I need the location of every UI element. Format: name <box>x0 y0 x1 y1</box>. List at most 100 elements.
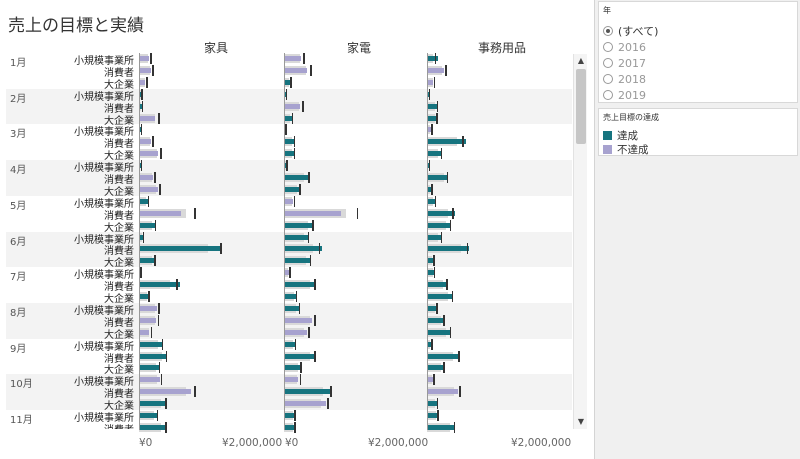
target-line-marker <box>295 291 297 302</box>
actual-bar-missed[interactable] <box>284 401 326 407</box>
actual-bar-achieved[interactable] <box>427 365 444 371</box>
actual-bar-missed[interactable] <box>139 389 191 395</box>
actual-bar-achieved[interactable] <box>284 139 294 145</box>
radio-icon[interactable] <box>603 74 613 84</box>
target-line-marker <box>433 267 435 279</box>
actual-bar-achieved[interactable] <box>284 389 331 395</box>
actual-bar-achieved[interactable] <box>139 413 157 418</box>
actual-bar-achieved[interactable] <box>284 222 314 228</box>
legend-item-achieved[interactable]: 達成 <box>603 128 638 143</box>
radio-icon[interactable] <box>603 58 613 68</box>
missed-swatch-icon <box>603 145 612 154</box>
actual-bar-missed[interactable] <box>139 317 156 323</box>
actual-bar-missed[interactable] <box>284 317 312 323</box>
actual-bar-achieved[interactable] <box>427 317 445 323</box>
actual-bar-achieved[interactable] <box>427 175 448 180</box>
scroll-thumb[interactable] <box>576 69 586 144</box>
actual-bar-missed[interactable] <box>284 103 300 109</box>
vertical-scrollbar[interactable]: ▲ ▼ <box>573 54 587 429</box>
actual-bar-achieved[interactable] <box>139 365 160 371</box>
actual-bar-missed[interactable] <box>139 151 158 157</box>
actual-bar-achieved[interactable] <box>139 353 167 359</box>
actual-bar-missed[interactable] <box>139 210 181 216</box>
actual-bar-missed[interactable] <box>284 210 341 216</box>
actual-bar-missed[interactable] <box>284 377 298 383</box>
actual-bar-achieved[interactable] <box>427 246 469 252</box>
actual-bar-missed[interactable] <box>139 115 155 121</box>
actual-bar-achieved[interactable] <box>139 222 156 228</box>
actual-bar-missed[interactable] <box>139 67 151 73</box>
actual-bar-missed[interactable] <box>284 56 301 61</box>
year-option-2018[interactable]: 2018 <box>603 71 646 87</box>
actual-bar-achieved[interactable] <box>427 424 455 430</box>
actual-bar-achieved[interactable] <box>427 151 442 157</box>
target-line-marker <box>436 100 438 112</box>
pane-zero-axis-line <box>139 53 140 430</box>
year-option-2019[interactable]: 2019 <box>603 87 646 103</box>
actual-bar-achieved[interactable] <box>427 353 460 359</box>
actual-bar-achieved[interactable] <box>139 401 167 407</box>
target-line-marker <box>303 53 305 64</box>
month-label: 3月 <box>10 129 27 141</box>
target-line-marker <box>194 386 196 398</box>
actual-bar-achieved[interactable] <box>139 282 180 288</box>
year-option-all[interactable]: (すべて) <box>603 23 658 39</box>
target-line-marker <box>436 302 438 314</box>
actual-bar-achieved[interactable] <box>284 424 295 430</box>
achieved-swatch-icon <box>603 131 612 140</box>
actual-bar-achieved[interactable] <box>427 210 455 216</box>
dashboard: 売上の目標と実績 家具 家電 事務用品 ¥0 ¥2,000,000 ¥0 ¥2,… <box>0 0 595 459</box>
actual-bar-achieved[interactable] <box>427 282 447 288</box>
actual-bar-missed[interactable] <box>427 389 458 395</box>
target-line-marker <box>158 112 160 124</box>
year-option-2017[interactable]: 2017 <box>603 55 646 71</box>
actual-bar-missed[interactable] <box>139 305 157 311</box>
actual-bar-achieved[interactable] <box>284 282 316 288</box>
target-line-marker <box>152 64 154 76</box>
actual-bar-achieved[interactable] <box>284 175 310 180</box>
actual-bar-missed[interactable] <box>427 67 444 73</box>
actual-bar-missed[interactable] <box>139 377 160 383</box>
radio-icon[interactable] <box>603 90 613 100</box>
target-line-marker <box>440 231 442 243</box>
actual-bar-achieved[interactable] <box>284 365 301 371</box>
actual-bar-achieved[interactable] <box>284 186 300 192</box>
legend-item-missed[interactable]: 不達成 <box>603 142 649 157</box>
target-line-marker <box>440 148 442 160</box>
actual-bar-missed[interactable] <box>139 139 151 145</box>
actual-bar-achieved[interactable] <box>139 424 167 430</box>
actual-bar-achieved[interactable] <box>284 258 311 264</box>
actual-bar-achieved[interactable] <box>139 258 155 264</box>
actual-bar-achieved[interactable] <box>284 234 309 240</box>
actual-bar-missed[interactable] <box>139 329 149 335</box>
actual-bar-missed[interactable] <box>139 56 149 61</box>
actual-bar-achieved[interactable] <box>427 139 466 145</box>
actual-bar-achieved[interactable] <box>427 329 451 335</box>
actual-bar-achieved[interactable] <box>139 341 163 347</box>
actual-bar-achieved[interactable] <box>284 353 316 359</box>
actual-bar-achieved[interactable] <box>284 151 294 157</box>
actual-bar-achieved[interactable] <box>139 246 221 252</box>
scroll-up-arrow-icon[interactable]: ▲ <box>574 54 588 68</box>
actual-bar-achieved[interactable] <box>284 246 322 252</box>
target-line-marker <box>294 421 296 433</box>
target-line-marker <box>140 124 142 136</box>
actual-bar-achieved[interactable] <box>427 294 453 299</box>
radio-icon[interactable] <box>603 42 613 52</box>
target-line-marker <box>308 172 310 183</box>
target-line-marker <box>310 64 312 76</box>
actual-bar-missed[interactable] <box>284 198 293 204</box>
scroll-down-arrow-icon[interactable]: ▼ <box>574 415 588 429</box>
target-line-marker <box>428 160 430 172</box>
actual-bar-achieved[interactable] <box>284 305 300 311</box>
target-line-marker <box>161 338 163 350</box>
actual-bar-missed[interactable] <box>139 175 153 180</box>
actual-bar-missed[interactable] <box>139 186 158 192</box>
actual-bar-achieved[interactable] <box>427 222 451 228</box>
year-option-2016[interactable]: 2016 <box>603 39 646 55</box>
target-line-marker <box>458 350 460 362</box>
target-line-marker <box>314 350 316 362</box>
actual-bar-missed[interactable] <box>284 67 307 73</box>
actual-bar-missed[interactable] <box>284 329 307 335</box>
radio-selected-icon[interactable] <box>603 26 613 36</box>
